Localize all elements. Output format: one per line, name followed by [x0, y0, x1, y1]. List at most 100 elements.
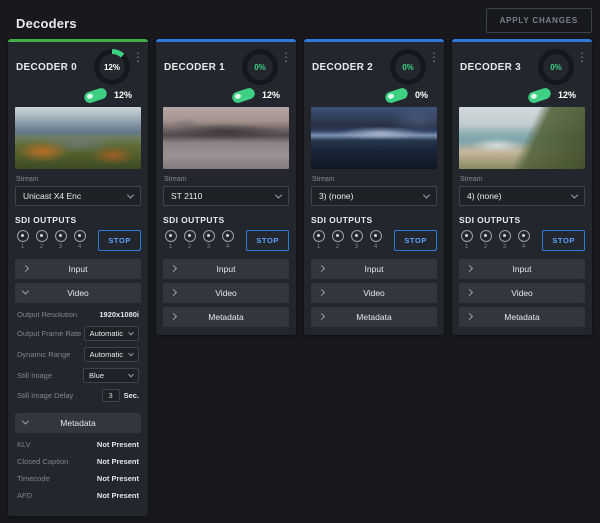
- usage-row: 12%: [156, 85, 296, 107]
- section-metadata[interactable]: Metadata: [15, 413, 141, 433]
- card-header: DECODER 0 12% ⋮: [8, 42, 148, 85]
- still-image-select[interactable]: Blue: [83, 368, 139, 383]
- stop-button[interactable]: STOP: [542, 230, 585, 251]
- still-image-delay-input[interactable]: [102, 389, 120, 402]
- chevron-down-icon: [22, 418, 29, 425]
- output-number: 1: [465, 244, 468, 250]
- stream-select[interactable]: ST 2110: [163, 186, 289, 206]
- output-indicator-icon: [222, 230, 234, 242]
- field-afd: AFD Not Present: [9, 487, 147, 504]
- section-input[interactable]: Input: [163, 259, 289, 279]
- section-input[interactable]: Input: [459, 259, 585, 279]
- usage-gauge: 0%: [538, 49, 574, 85]
- status-pill-icon: [527, 86, 552, 104]
- field-label: Output Resolution: [17, 310, 77, 319]
- output-number: 4: [522, 244, 525, 250]
- section-label: Input: [69, 264, 88, 274]
- field-output-resolution: Output Resolution 1920x1080i: [9, 306, 147, 323]
- chevron-down-icon: [571, 191, 578, 198]
- stream-thumbnail: [163, 107, 289, 169]
- decoder-cards-container: DECODER 0 12% ⋮ 12% Stream Unicast X4 En…: [0, 39, 600, 516]
- section-metadata[interactable]: Metadata: [459, 307, 585, 327]
- field-closed-caption: Closed Caption Not Present: [9, 453, 147, 470]
- kebab-menu-icon[interactable]: ⋮: [132, 51, 144, 63]
- sdi-output-2[interactable]: 2: [478, 230, 493, 250]
- stop-button[interactable]: STOP: [246, 230, 289, 251]
- gauge-percentage: 0%: [395, 54, 421, 80]
- chevron-right-icon: [466, 313, 473, 320]
- stream-select[interactable]: 3) (none): [311, 186, 437, 206]
- sdi-output-1[interactable]: 1: [15, 230, 30, 250]
- section-label: Metadata: [60, 418, 95, 428]
- sdi-outputs-section: SDI OUTPUTS 1 2 3 4 STOP: [452, 206, 592, 255]
- decoder-card: DECODER 2 0% ⋮ 0% Stream 3) (none) SDI O…: [304, 39, 444, 335]
- sdi-output-4[interactable]: 4: [220, 230, 235, 250]
- sdi-output-3[interactable]: 3: [349, 230, 364, 250]
- sdi-outputs-row: 1 2 3 4 STOP: [311, 230, 437, 251]
- stream-thumbnail: [459, 107, 585, 169]
- usage-gauge: 12%: [94, 49, 130, 85]
- dynamic-range-select[interactable]: Automatic: [84, 347, 139, 362]
- sdi-output-1[interactable]: 1: [163, 230, 178, 250]
- section-video[interactable]: Video: [15, 283, 141, 303]
- stream-thumbnail: [15, 107, 141, 169]
- sdi-outputs-row: 1 2 3 4 STOP: [459, 230, 585, 251]
- output-number: 1: [169, 244, 172, 250]
- chevron-down-icon: [127, 191, 134, 198]
- output-indicator-icon: [332, 230, 344, 242]
- stream-label: Stream: [156, 169, 296, 186]
- sdi-output-4[interactable]: 4: [516, 230, 531, 250]
- usage-gauge: 0%: [242, 49, 278, 85]
- kebab-menu-icon[interactable]: ⋮: [576, 51, 588, 63]
- decoder-name: DECODER 1: [164, 62, 242, 73]
- sdi-output-4[interactable]: 4: [368, 230, 383, 250]
- stream-label: Stream: [304, 169, 444, 186]
- delay-unit-label: Sec.: [124, 391, 139, 400]
- output-indicator-icon: [36, 230, 48, 242]
- section-video[interactable]: Video: [311, 283, 437, 303]
- field-dynamic-range: Dynamic Range Automatic: [9, 344, 147, 365]
- usage-percentage: 12%: [114, 90, 132, 100]
- field-label: Dynamic Range: [17, 350, 70, 359]
- output-number: 4: [374, 244, 377, 250]
- stream-select[interactable]: Unicast X4 Enc: [15, 186, 141, 206]
- section-label: Metadata: [208, 312, 243, 322]
- section-label: Metadata: [356, 312, 391, 322]
- sdi-output-2[interactable]: 2: [330, 230, 345, 250]
- gauge-percentage: 0%: [247, 54, 273, 80]
- sdi-output-2[interactable]: 2: [182, 230, 197, 250]
- sdi-output-2[interactable]: 2: [34, 230, 49, 250]
- kebab-menu-icon[interactable]: ⋮: [428, 51, 440, 63]
- section-video[interactable]: Video: [459, 283, 585, 303]
- section-input[interactable]: Input: [15, 259, 141, 279]
- field-still-image-delay: Still Image Delay Sec.: [9, 386, 147, 405]
- output-number: 3: [355, 244, 358, 250]
- sdi-output-4[interactable]: 4: [72, 230, 87, 250]
- output-number: 3: [59, 244, 62, 250]
- stop-button[interactable]: STOP: [394, 230, 437, 251]
- output-indicator-icon: [370, 230, 382, 242]
- stream-select[interactable]: 4) (none): [459, 186, 585, 206]
- chevron-right-icon: [318, 265, 325, 272]
- section-metadata[interactable]: Metadata: [311, 307, 437, 327]
- section-input[interactable]: Input: [311, 259, 437, 279]
- output-number: 2: [484, 244, 487, 250]
- section-video[interactable]: Video: [163, 283, 289, 303]
- field-label: KLV: [17, 440, 31, 449]
- sdi-output-1[interactable]: 1: [459, 230, 474, 250]
- section-metadata[interactable]: Metadata: [163, 307, 289, 327]
- frame-rate-select[interactable]: Automatic: [84, 326, 139, 341]
- section-label: Input: [217, 264, 236, 274]
- chevron-right-icon: [170, 313, 177, 320]
- output-indicator-icon: [17, 230, 29, 242]
- sdi-output-3[interactable]: 3: [201, 230, 216, 250]
- sdi-output-3[interactable]: 3: [53, 230, 68, 250]
- kebab-menu-icon[interactable]: ⋮: [280, 51, 292, 63]
- select-value: Automatic: [90, 329, 123, 338]
- stop-button[interactable]: STOP: [98, 230, 141, 251]
- chevron-right-icon: [466, 289, 473, 296]
- output-indicator-icon: [499, 230, 511, 242]
- apply-changes-button[interactable]: APPLY CHANGES: [486, 8, 592, 33]
- sdi-output-3[interactable]: 3: [497, 230, 512, 250]
- sdi-output-1[interactable]: 1: [311, 230, 326, 250]
